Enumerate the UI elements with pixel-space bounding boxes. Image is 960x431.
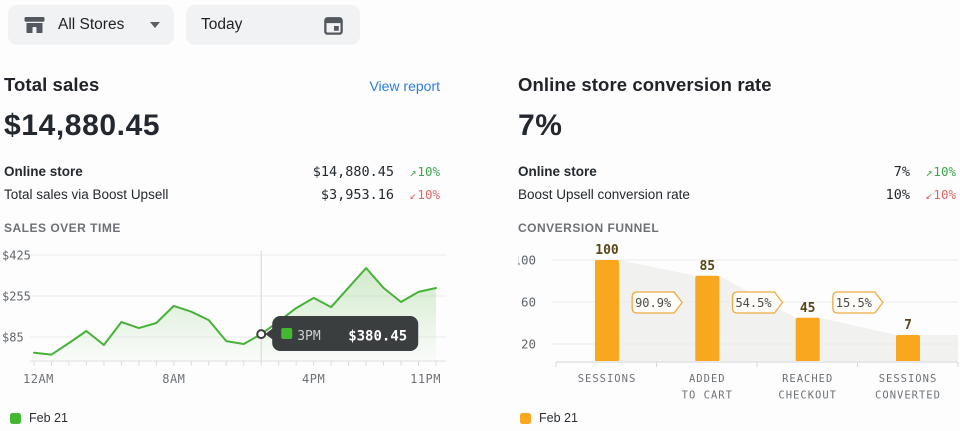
- conversion-rate-card: Online store conversion rate 7% Online s…: [518, 74, 956, 206]
- metric-label: Total sales via Boost Upsell: [4, 187, 321, 202]
- conversion-rate-breakdown: Online store 7% ↗10% Boost Upsell conver…: [518, 160, 956, 206]
- metric-value: 10%: [886, 187, 910, 203]
- delta-percent: 10%: [417, 187, 440, 202]
- metric-value: 7%: [894, 164, 910, 180]
- sales-chart-legend: Feb 21: [10, 411, 68, 425]
- funnel-bar: [796, 318, 820, 362]
- chart-tooltip: 3PM $380.45: [265, 316, 418, 351]
- metric-delta: ↙10%: [910, 187, 956, 202]
- funnel-chart-legend: Feb 21: [520, 411, 578, 425]
- metric-label: Online store: [4, 164, 313, 179]
- funnel-bar: [896, 335, 920, 362]
- total-sales-title: Total sales: [4, 74, 99, 96]
- conversion-badge-label: 90.9%: [635, 296, 672, 310]
- metric-value: $14,880.45: [313, 164, 394, 180]
- x-axis-label: SESSIONS: [578, 373, 637, 385]
- y-axis-label: 20: [521, 337, 536, 352]
- date-selector-button[interactable]: Today: [186, 5, 360, 45]
- metric-row-online-store: Online store 7% ↗10%: [518, 160, 956, 183]
- x-axis-label: 4PM: [302, 372, 325, 386]
- analytics-dashboard: All Stores Today Total sales View report…: [0, 0, 960, 431]
- metric-row-online-store: Online store $14,880.45 ↗10%: [4, 160, 440, 183]
- metric-value: $3,953.16: [321, 187, 394, 203]
- calendar-icon: [322, 14, 345, 37]
- metric-label: Boost Upsell conversion rate: [518, 187, 886, 202]
- total-sales-value: $14,880.45: [4, 109, 440, 143]
- sales-line-chart[interactable]: $425 $255 $85 12AM 8AM 4PM 11PM 3PM $380.45: [0, 240, 460, 400]
- legend-label: Feb 21: [539, 411, 578, 425]
- sales-over-time-title: SALES OVER TIME: [4, 221, 121, 235]
- bar-value-label: 100: [595, 243, 619, 258]
- x-axis-label: SESSIONS: [879, 373, 938, 385]
- delta-percent: 10%: [933, 187, 956, 202]
- y-axis-label: $85: [2, 330, 24, 344]
- conversion-badge-label: 54.5%: [735, 296, 772, 310]
- x-axis-label: CHECKOUT: [778, 390, 837, 402]
- y-axis-label: $425: [2, 248, 31, 262]
- conversion-badge-label: 15.5%: [836, 296, 873, 310]
- metric-delta: ↗10%: [394, 164, 440, 179]
- y-axis-label: 60: [521, 295, 536, 310]
- total-sales-header: Total sales View report: [4, 74, 440, 96]
- metric-label: Online store: [518, 164, 894, 179]
- x-axis-label: TO CART: [682, 390, 733, 402]
- delta-percent: 10%: [417, 164, 440, 179]
- legend-label: Feb 21: [29, 411, 68, 425]
- tooltip-series-swatch: [281, 328, 292, 339]
- x-axis-label: 11PM: [410, 372, 441, 386]
- legend-swatch-orange: [520, 413, 531, 424]
- trend-up-icon: ↗: [409, 165, 416, 179]
- view-report-link[interactable]: View report: [369, 78, 440, 94]
- legend-swatch-green: [10, 413, 21, 424]
- trend-up-icon: ↗: [925, 165, 932, 179]
- chevron-down-icon: [150, 22, 160, 28]
- conversion-rate-value: 7%: [518, 109, 956, 143]
- funnel-bar: [695, 276, 719, 362]
- store-icon: [22, 13, 47, 37]
- conversion-rate-title: Online store conversion rate: [518, 74, 772, 96]
- x-axis-label: 12AM: [23, 372, 54, 386]
- trend-down-icon: ↙: [409, 188, 416, 202]
- date-selector-label: Today: [201, 16, 242, 34]
- x-axis-label: CONVERTED: [875, 390, 941, 402]
- delta-percent: 10%: [933, 164, 956, 179]
- trend-down-icon: ↙: [925, 188, 932, 202]
- total-sales-breakdown: Online store $14,880.45 ↗10% Total sales…: [4, 160, 440, 206]
- y-axis-label: $255: [2, 289, 31, 303]
- funnel-bar: [595, 260, 619, 362]
- conversion-funnel-chart[interactable]: 100 60 20 100 85 45 7 SESSIONS ADDED TO CART REACH…: [518, 240, 960, 410]
- y-axis-label: 100: [518, 253, 536, 268]
- tooltip-time: 3PM: [297, 329, 321, 344]
- hover-marker: [257, 330, 265, 338]
- metric-row-boost-upsell: Boost Upsell conversion rate 10% ↙10%: [518, 183, 956, 206]
- x-axis-label: 8AM: [162, 372, 185, 386]
- total-sales-card: Total sales View report $14,880.45 Onlin…: [4, 74, 440, 206]
- metric-row-boost-upsell: Total sales via Boost Upsell $3,953.16 ↙…: [4, 183, 440, 206]
- bar-value-label: 7: [904, 318, 912, 333]
- bar-value-label: 45: [800, 301, 816, 316]
- conversion-funnel-title: CONVERSION FUNNEL: [518, 221, 659, 235]
- store-selector-label: All Stores: [58, 16, 124, 34]
- store-selector-button[interactable]: All Stores: [8, 5, 174, 45]
- x-axis-label: REACHED: [782, 373, 833, 385]
- metric-delta: ↙10%: [394, 187, 440, 202]
- x-axis-label: ADDED: [689, 373, 726, 385]
- conversion-rate-header: Online store conversion rate: [518, 74, 956, 96]
- metric-delta: ↗10%: [910, 164, 956, 179]
- tooltip-value: $380.45: [348, 329, 407, 345]
- bar-value-label: 85: [699, 259, 715, 274]
